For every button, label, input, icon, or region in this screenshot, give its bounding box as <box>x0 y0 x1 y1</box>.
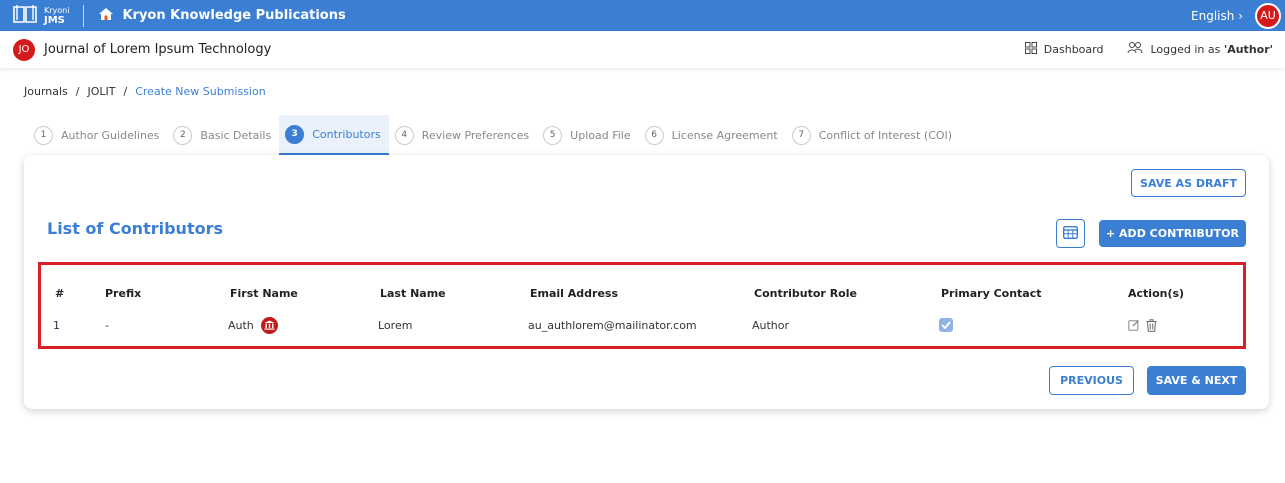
edit-icon[interactable] <box>1128 319 1140 331</box>
step-number: 6 <box>644 125 664 145</box>
tab-label: Basic Details <box>200 128 272 142</box>
step-number: 3 <box>285 124 305 144</box>
tab-label: Contributors <box>312 127 381 141</box>
contributors-card: SAVE AS DRAFT List of Contributors + ADD… <box>24 155 1269 409</box>
top-bar: Kryoni JMS Kryon Knowledge Publications … <box>0 0 1285 31</box>
institution-icon[interactable] <box>260 316 278 334</box>
save-as-draft-button[interactable]: SAVE AS DRAFT <box>1131 169 1246 197</box>
previous-button[interactable]: PREVIOUS <box>1049 366 1134 395</box>
row-first-name: Auth <box>228 318 254 332</box>
tab-upload-file[interactable]: 5 Upload File <box>537 115 638 155</box>
tab-license-agreement[interactable]: 6 License Agreement <box>639 115 786 155</box>
tab-label: Review Preferences <box>421 128 530 142</box>
list-title: List of Contributors <box>47 219 223 238</box>
header-first-name: First Name <box>230 286 298 300</box>
breadcrumb-separator: / <box>75 85 80 98</box>
tab-basic-details[interactable]: 2 Basic Details <box>167 115 279 155</box>
header-primary-contact: Primary Contact <box>941 286 1042 300</box>
add-contributor-button[interactable]: + ADD CONTRIBUTOR <box>1099 220 1246 247</box>
journal-title: Journal of Lorem Ipsum Technology <box>44 42 272 57</box>
step-number: 1 <box>34 125 53 145</box>
header-last-name: Last Name <box>380 286 446 300</box>
breadcrumb-separator: / <box>123 85 128 98</box>
primary-contact-checkbox[interactable] <box>939 318 953 332</box>
step-number: 5 <box>543 125 563 145</box>
row-role: Author <box>752 318 790 332</box>
row-number: 1 <box>53 318 60 332</box>
row-last-name: Lorem <box>378 318 413 332</box>
tab-label: License Agreement <box>671 128 778 142</box>
breadcrumb-current: Create New Submission <box>135 85 266 98</box>
logged-in-info: Logged in as 'Author' <box>1127 41 1273 58</box>
dashboard-label: Dashboard <box>1043 43 1104 56</box>
header-number: # <box>55 286 65 300</box>
header-contributor-role: Contributor Role <box>754 286 857 300</box>
chevron-right-icon: › <box>1238 8 1243 23</box>
breadcrumb-jolit[interactable]: JOLIT <box>88 85 116 98</box>
tab-conflict-of-interest[interactable]: 7 Conflict of Interest (COI) <box>786 115 960 155</box>
divider <box>83 4 85 27</box>
header-email: Email Address <box>530 286 619 300</box>
table-view-button[interactable] <box>1056 219 1085 248</box>
header-prefix: Prefix <box>105 286 142 300</box>
dashboard-link[interactable]: Dashboard <box>1024 42 1104 57</box>
book-icon <box>12 3 38 29</box>
table-icon <box>1062 225 1079 242</box>
language-selector[interactable]: English › <box>1191 9 1243 23</box>
grid-icon <box>1024 42 1044 57</box>
tab-author-guidelines[interactable]: 1 Author Guidelines <box>28 115 167 155</box>
table-row: 1 - Auth Lorem au_authlorem@mailinator.c… <box>41 313 1243 337</box>
app-logo[interactable]: Kryoni JMS <box>12 3 69 29</box>
tab-label: Upload File <box>570 128 631 142</box>
home-icon <box>98 7 114 25</box>
language-label: English <box>1191 8 1235 23</box>
journal-bar: JO Journal of Lorem Ipsum Technology Das… <box>0 31 1285 68</box>
step-number: 7 <box>791 125 811 145</box>
row-email: au_authlorem@mailinator.com <box>528 318 697 332</box>
row-first-name-cell: Auth <box>228 316 278 334</box>
checkmark-icon <box>939 318 953 332</box>
org-link[interactable]: Kryon Knowledge Publications <box>98 7 346 25</box>
org-name: Kryon Knowledge Publications <box>122 8 346 23</box>
breadcrumb: Journals / JOLIT / Create New Submission <box>24 85 266 98</box>
header-actions: Action(s) <box>1128 286 1185 300</box>
tab-label: Author Guidelines <box>61 128 160 142</box>
user-avatar[interactable]: AU <box>1255 2 1281 29</box>
table-header-row: # Prefix First Name Last Name Email Addr… <box>41 281 1243 305</box>
tab-contributors[interactable]: 3 Contributors <box>279 115 389 155</box>
logo-text: Kryoni JMS <box>44 5 70 26</box>
contributors-table: # Prefix First Name Last Name Email Addr… <box>38 262 1246 349</box>
users-icon <box>1127 41 1150 58</box>
breadcrumb-journals[interactable]: Journals <box>24 85 68 98</box>
tab-review-preferences[interactable]: 4 Review Preferences <box>389 115 537 155</box>
logged-in-prefix: Logged in as <box>1150 43 1224 56</box>
row-prefix: - <box>105 318 109 332</box>
tab-label: Conflict of Interest (COI) <box>818 128 953 142</box>
logged-in-role: 'Author' <box>1223 43 1273 56</box>
trash-icon[interactable] <box>1146 318 1157 332</box>
row-actions <box>1128 318 1163 332</box>
submission-steps: 1 Author Guidelines 2 Basic Details 3 Contr… <box>28 115 960 155</box>
step-number: 2 <box>173 125 193 145</box>
step-number: 4 <box>394 125 414 145</box>
save-and-next-button[interactable]: SAVE & NEXT <box>1147 366 1246 395</box>
journal-badge: JO <box>13 38 35 61</box>
